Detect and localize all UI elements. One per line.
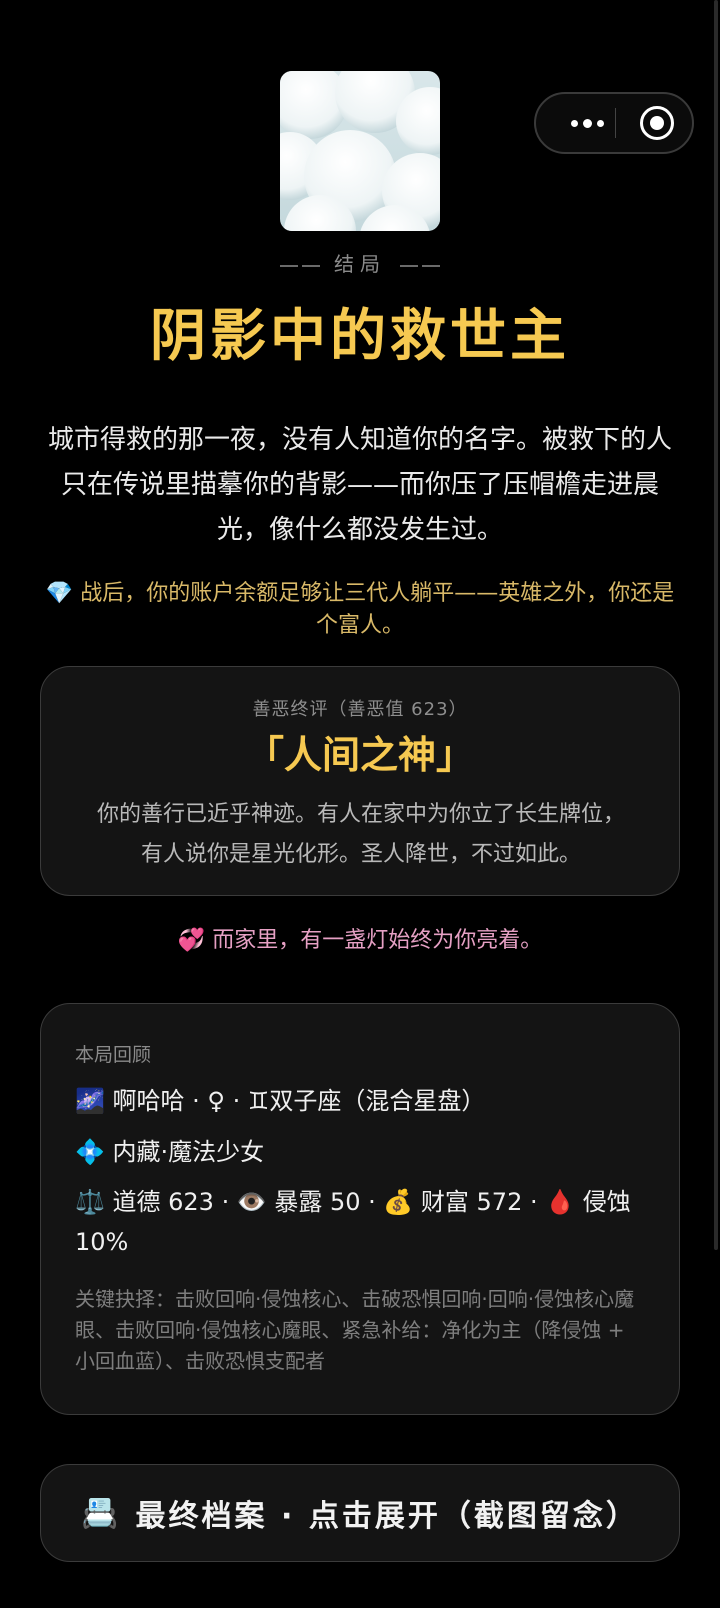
final-archive-label: 最终档案 · 点击展开（截图留念）: [135, 1499, 639, 1534]
mini-program-capsule: [534, 92, 694, 154]
ending-cover-image: [280, 71, 440, 231]
scrollbar[interactable]: [714, 0, 718, 1250]
verdict-card: 善恶终评（善恶值 623） 「人间之神」 你的善行已近乎神迹。有人在家中为你立了…: [40, 666, 680, 896]
family-line: 💞 而家里，有一盏灯始终为你亮着。: [0, 922, 720, 954]
recap-profile: 🌌 啊哈哈 · ♀ · ♊双子座（混合星盘）: [75, 1087, 486, 1115]
recap-heading: 本局回顾: [75, 1044, 152, 1066]
wealth-text: 战后，你的账户余额足够让三代人躺平——英雄之外，你还是个富人。: [80, 581, 675, 638]
recap-stats: ⚖️ 道德 623 · 👁️ 暴露 50 · 💰 财富 572 · 🩸 侵蚀 1…: [75, 1188, 631, 1256]
recap-type: 💠 内藏·魔法少女: [75, 1138, 265, 1166]
divider-line: [279, 264, 298, 267]
capsule-divider: [615, 108, 616, 138]
card-index-icon: 📇: [81, 1495, 122, 1531]
ending-label: 结局: [0, 248, 720, 277]
wealth-note: 💎 战后，你的账户余额足够让三代人躺平——英雄之外，你还是个富人。: [40, 578, 680, 642]
hearts-icon: 💞: [177, 928, 206, 953]
family-text: 而家里，有一盏灯始终为你亮着。: [212, 928, 543, 953]
ending-title: 阴影中的救世主: [150, 304, 570, 369]
verdict-title: 「人间之神」: [245, 733, 474, 777]
key-choices: 关键抉择：击败回响·侵蚀核心、击破恐惧回响·回响·侵蚀核心魔眼、击败回响·侵蚀核…: [75, 1287, 635, 1373]
gem-icon: 💎: [45, 581, 74, 606]
verdict-caption: 善恶终评（善恶值 623）: [252, 699, 468, 720]
ending-label-text: 结局: [334, 252, 386, 276]
ending-story: 城市得救的那一夜，没有人知道你的名字。被救下的人只在传说里描摹你的背影——而你压…: [48, 425, 673, 545]
more-dots-icon[interactable]: [558, 94, 616, 152]
target-circle-icon[interactable]: [640, 106, 674, 140]
clouds-image: [280, 71, 440, 231]
recap-card: 本局回顾 🌌 啊哈哈 · ♀ · ♊双子座（混合星盘） 💠 内藏·魔法少女 ⚖️…: [40, 1003, 680, 1415]
divider-line: [400, 264, 419, 267]
divider-line: [301, 264, 320, 267]
verdict-description: 你的善行已近乎神迹。有人在家中为你立了长生牌位，有人说你是星光化形。圣人降世，不…: [96, 802, 625, 867]
divider-line: [422, 264, 441, 267]
final-archive-button[interactable]: 📇 最终档案 · 点击展开（截图留念）: [40, 1464, 680, 1562]
